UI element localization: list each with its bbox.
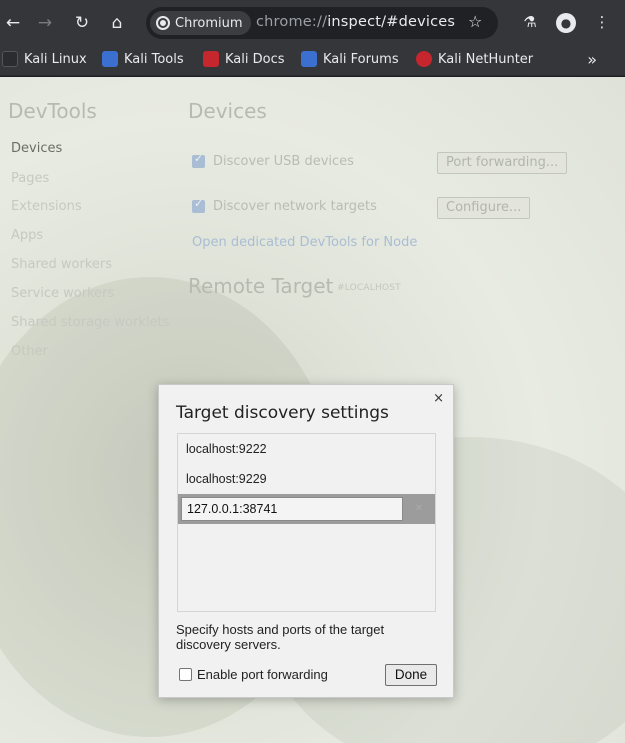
bookmark-label: Kali Tools bbox=[124, 51, 184, 67]
discover-usb-checkbox[interactable] bbox=[192, 152, 205, 168]
discover-usb-label: Discover USB devices bbox=[213, 154, 354, 169]
bookmark-label: Kali Docs bbox=[225, 51, 285, 67]
forward-icon[interactable]: → bbox=[32, 10, 58, 36]
url-path: inspect/#devices bbox=[327, 14, 456, 30]
sidebar-item-shared-workers[interactable]: Shared workers bbox=[11, 257, 112, 272]
profile-avatar[interactable]: ● bbox=[556, 13, 576, 33]
sidebar-item-service-workers[interactable]: Service workers bbox=[11, 286, 114, 301]
sidebar-item-pages[interactable]: Pages bbox=[11, 171, 49, 186]
node-devtools-link[interactable]: Open dedicated DevTools for Node bbox=[192, 235, 417, 250]
sidebar-item-other[interactable]: Other bbox=[11, 344, 48, 359]
bookmark-kali-linux[interactable]: Kali Linux bbox=[2, 51, 87, 67]
help-text: Specify hosts and ports of the target di… bbox=[176, 622, 385, 652]
url-text[interactable]: chrome://inspect/#devices bbox=[256, 14, 455, 30]
dialog-title: Target discovery settings bbox=[176, 403, 389, 423]
kali-nethunter-icon bbox=[416, 51, 432, 67]
bookmark-label: Kali Forums bbox=[323, 51, 399, 67]
labs-icon[interactable]: ⚗ bbox=[519, 11, 541, 33]
bookmark-star-icon[interactable]: ☆ bbox=[468, 12, 482, 31]
address-bar[interactable]: Chromium chrome://inspect/#devices ☆ bbox=[146, 7, 498, 39]
kali-tools-icon bbox=[102, 51, 118, 67]
enable-port-forwarding-checkbox[interactable] bbox=[179, 668, 192, 681]
devices-heading: Devices bbox=[188, 99, 267, 123]
list-item-editing[interactable]: 127.0.0.1:38741 ✕ bbox=[178, 494, 435, 524]
browser-toolbar: ← → ↻ ⌂ Chromium chrome://inspect/#devic… bbox=[0, 0, 625, 45]
remote-target-host: #LOCALHOST bbox=[337, 283, 401, 293]
chip-label: Chromium bbox=[175, 15, 243, 31]
url-scheme: chrome:// bbox=[256, 14, 328, 30]
menu-icon[interactable]: ⋮ bbox=[591, 11, 613, 33]
configure-button[interactable]: Configure... bbox=[437, 197, 531, 219]
sidebar-item-extensions[interactable]: Extensions bbox=[11, 199, 82, 214]
target-list: localhost:9222 localhost:9229 127.0.0.1:… bbox=[177, 433, 436, 612]
sidebar-item-apps[interactable]: Apps bbox=[11, 228, 43, 243]
port-forwarding-button[interactable]: Port forwarding... bbox=[437, 152, 568, 174]
target-discovery-dialog: Target discovery settings × localhost:92… bbox=[158, 384, 454, 698]
kali-dragon-icon bbox=[2, 51, 18, 67]
remote-target-heading: Remote Target bbox=[188, 274, 334, 298]
enable-port-forwarding-option[interactable]: Enable port forwarding bbox=[179, 667, 328, 682]
close-icon[interactable]: × bbox=[433, 391, 444, 406]
bookmark-label: Kali NetHunter bbox=[438, 51, 534, 67]
discover-usb-option[interactable]: Discover USB devices bbox=[192, 152, 354, 169]
kali-docs-icon bbox=[203, 51, 219, 67]
bookmark-label: Kali Linux bbox=[24, 51, 87, 67]
discover-network-label: Discover network targets bbox=[213, 199, 377, 214]
enable-port-forwarding-label: Enable port forwarding bbox=[197, 667, 328, 682]
done-button[interactable]: Done bbox=[385, 664, 437, 686]
back-icon[interactable]: ← bbox=[0, 10, 26, 36]
bookmark-kali-nethunter[interactable]: Kali NetHunter bbox=[416, 51, 533, 67]
reload-icon[interactable]: ↻ bbox=[69, 10, 95, 36]
bookmark-kali-tools[interactable]: Kali Tools bbox=[102, 51, 184, 67]
target-input[interactable]: 127.0.0.1:38741 bbox=[181, 497, 403, 521]
list-item[interactable]: localhost:9229 bbox=[178, 464, 435, 494]
sidebar-item-shared-storage-worklets[interactable]: Shared storage worklets bbox=[11, 315, 169, 330]
sidebar-item-devices[interactable]: Devices bbox=[11, 141, 62, 156]
bookmarks-bar: Kali Linux Kali Tools Kali Docs Kali For… bbox=[0, 45, 625, 76]
devtools-title: DevTools bbox=[8, 99, 97, 123]
discover-network-option[interactable]: Discover network targets bbox=[192, 197, 377, 214]
kali-forums-icon bbox=[301, 51, 317, 67]
home-icon[interactable]: ⌂ bbox=[104, 10, 130, 36]
discover-network-checkbox[interactable] bbox=[192, 197, 205, 213]
chromium-icon bbox=[156, 16, 170, 30]
bookmark-kali-forums[interactable]: Kali Forums bbox=[301, 51, 399, 67]
delete-icon[interactable]: ✕ bbox=[407, 497, 431, 521]
bookmarks-overflow-icon[interactable]: » bbox=[587, 50, 597, 69]
list-item[interactable]: localhost:9222 bbox=[178, 434, 435, 464]
site-info-chip[interactable]: Chromium bbox=[150, 11, 251, 35]
bookmark-kali-docs[interactable]: Kali Docs bbox=[203, 51, 285, 67]
